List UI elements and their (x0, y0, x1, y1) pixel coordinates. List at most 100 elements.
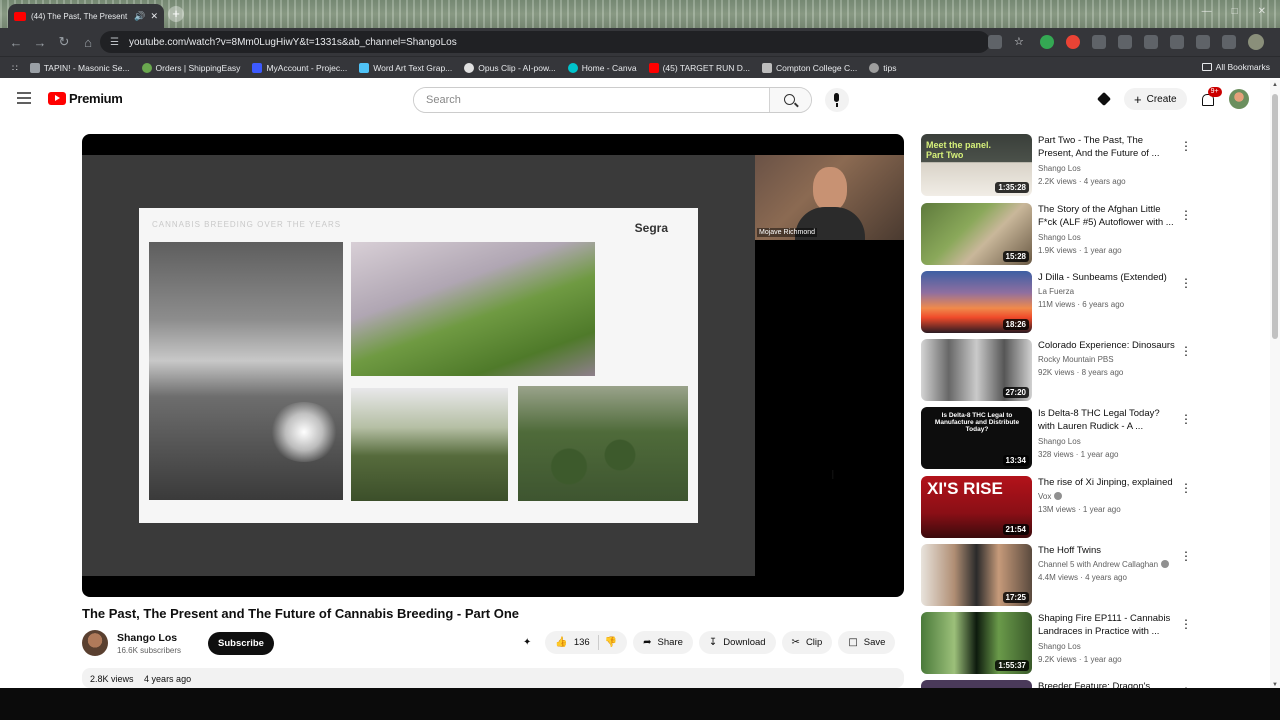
recommendation-channel[interactable]: Channel 5 with Andrew Callaghan (1038, 560, 1170, 569)
close-tab-icon[interactable]: ✕ (150, 11, 158, 22)
more-options-icon[interactable] (1180, 410, 1186, 422)
all-bookmarks-button[interactable]: All Bookmarks (1201, 62, 1270, 72)
video-thumbnail[interactable]: 18:26 (921, 271, 1032, 333)
video-thumbnail[interactable]: 1:55:37 (921, 612, 1032, 674)
profile-avatar[interactable] (1248, 34, 1264, 50)
recommendation-title[interactable]: The Story of the Afghan Little F*ck (ALF… (1038, 203, 1178, 229)
bookmark-item[interactable]: MyAccount - Projec... (252, 62, 347, 73)
forward-icon[interactable]: → (28, 35, 52, 50)
channel-avatar[interactable] (82, 630, 108, 656)
more-options-icon[interactable] (1180, 274, 1186, 286)
recommendation-title[interactable]: Breeder Feature: Dragon's ... (1038, 680, 1178, 688)
recommendation-channel[interactable]: Shango Los (1038, 437, 1081, 446)
search-input[interactable] (414, 88, 769, 112)
youtube-logo[interactable]: Premium (48, 91, 123, 106)
back-icon[interactable]: ← (4, 35, 28, 50)
reload-icon[interactable]: ↻ (52, 34, 76, 50)
video-thumbnail[interactable]: XI'S RISE 21:54 (921, 476, 1032, 538)
thumbs-down-icon[interactable]: 👎 (605, 637, 617, 648)
description-box[interactable]: 2.8K views 4 years ago (82, 668, 904, 688)
new-tab-button[interactable]: + (168, 6, 184, 22)
site-info-icon[interactable]: ☰ (110, 37, 119, 48)
more-options-icon[interactable] (1180, 479, 1186, 491)
menu-dots-icon[interactable]: ⋮ (1276, 35, 1280, 49)
create-button[interactable]: + Create (1124, 88, 1187, 110)
recommendation-item[interactable]: Breeder Feature: Dragon's ... (921, 680, 1196, 688)
ai-sparkle-icon[interactable] (1096, 91, 1112, 107)
recommendation-item[interactable]: 27:20 Colorado Experience: Dinosaurs Roc… (921, 339, 1196, 402)
hamburger-menu-icon[interactable] (17, 92, 31, 104)
address-bar[interactable]: ☰ youtube.com/watch?v=8Mm0LugHiwY&t=1331… (100, 31, 990, 53)
recommendation-title[interactable]: Shaping Fire EP111 - Cannabis Landraces … (1038, 612, 1178, 638)
maximize-icon[interactable]: □ (1232, 6, 1238, 17)
recommendation-item[interactable]: Meet the panel. Part Two 1:35:28 Part Tw… (921, 134, 1196, 197)
recommendation-channel[interactable]: Shango Los (1038, 164, 1081, 173)
recommendation-item[interactable]: 1:55:37 Shaping Fire EP111 - Cannabis La… (921, 612, 1196, 675)
bookmark-item[interactable]: TAPIN! - Masonic Se... (29, 62, 130, 73)
video-player[interactable]: CANNABIS BREEDING OVER THE YEARS Segra M… (82, 134, 904, 597)
more-options-icon[interactable] (1180, 342, 1186, 354)
recommendation-channel[interactable]: Rocky Mountain PBS (1038, 355, 1114, 364)
reading-list-icon[interactable] (1170, 35, 1184, 49)
close-window-icon[interactable]: ✕ (1258, 6, 1266, 17)
download-button[interactable]: ↧ Download (698, 631, 776, 654)
bookmark-star-icon[interactable]: ☆ (1014, 35, 1028, 49)
subscribe-button[interactable]: Subscribe (208, 631, 274, 655)
recommendation-channel[interactable]: Vox (1038, 492, 1063, 501)
bookmark-item[interactable]: (45) TARGET RUN D... (648, 62, 750, 73)
cast-icon[interactable] (988, 35, 1002, 49)
home-icon[interactable]: ⌂ (76, 35, 100, 50)
bookmark-item[interactable]: Opus Clip - AI-pow... (464, 62, 556, 73)
tab-search-icon[interactable] (1222, 35, 1236, 49)
recommendation-item[interactable]: XI'S RISE 21:54 The rise of Xi Jinping, … (921, 476, 1196, 539)
recommendation-channel[interactable]: Shango Los (1038, 642, 1081, 651)
recommendation-title[interactable]: The rise of Xi Jinping, explained (1038, 476, 1178, 489)
recommendation-item[interactable]: 15:28 The Story of the Afghan Little F*c… (921, 203, 1196, 266)
extension-red-icon[interactable] (1066, 35, 1080, 49)
minimize-icon[interactable]: — (1202, 6, 1212, 17)
clip-button[interactable]: ✂ Clip (781, 631, 833, 654)
extension-green-icon[interactable] (1040, 35, 1054, 49)
recommendation-item[interactable]: 17:25 The Hoff Twins Channel 5 with Andr… (921, 544, 1196, 607)
search-button[interactable] (769, 88, 811, 112)
download-icon[interactable] (1196, 35, 1210, 49)
speaker-icon[interactable]: 🔊 (134, 11, 145, 22)
like-button[interactable]: 👍 136 (555, 635, 599, 650)
scroll-up-icon[interactable]: ▲ (1272, 82, 1278, 88)
more-options-icon[interactable] (1180, 137, 1186, 149)
video-thumbnail[interactable]: Is Delta-8 THC Legal to Manufacture and … (921, 407, 1032, 469)
sidepanel-icon[interactable] (1144, 35, 1158, 49)
voice-search-icon[interactable] (825, 88, 849, 112)
apps-grid-icon[interactable]: ∷ (12, 63, 18, 73)
scrollbar-thumb[interactable] (1272, 94, 1278, 339)
video-thumbnail[interactable] (921, 680, 1032, 688)
recommendation-item[interactable]: Is Delta-8 THC Legal to Manufacture and … (921, 407, 1196, 470)
recommendation-title[interactable]: Is Delta-8 THC Legal Today? with Lauren … (1038, 407, 1178, 433)
video-thumbnail[interactable]: Meet the panel. Part Two 1:35:28 (921, 134, 1032, 196)
bookmark-item[interactable]: Orders | ShippingEasy (141, 62, 240, 73)
more-options-icon[interactable] (1180, 206, 1186, 218)
browser-tab-active[interactable]: (44) The Past, The Present a 🔊 ✕ (8, 4, 164, 28)
bookmark-item[interactable]: Compton College C... (761, 62, 857, 73)
video-thumbnail[interactable]: 17:25 (921, 544, 1032, 606)
recommendation-title[interactable]: The Hoff Twins (1038, 544, 1178, 557)
video-thumbnail[interactable]: 15:28 (921, 203, 1032, 265)
recommendation-title[interactable]: Part Two - The Past, The Present, And th… (1038, 134, 1178, 160)
channel-name[interactable]: Shango Los (117, 632, 181, 644)
bookmark-item[interactable]: tips (869, 62, 896, 73)
more-options-icon[interactable] (1180, 615, 1186, 627)
recommendation-title[interactable]: Colorado Experience: Dinosaurs (1038, 339, 1178, 352)
save-button[interactable]: □ Save (838, 631, 896, 654)
share-button[interactable]: ➦ Share (633, 631, 693, 654)
recommendation-title[interactable]: J Dilla - Sunbeams (Extended) (1038, 271, 1178, 284)
more-options-icon[interactable] (1180, 547, 1186, 559)
extension-icon[interactable] (1092, 35, 1106, 49)
recommendation-channel[interactable]: Shango Los (1038, 233, 1081, 242)
recommendation-channel[interactable]: La Fuerza (1038, 287, 1074, 296)
video-thumbnail[interactable]: 27:20 (921, 339, 1032, 401)
ai-sparkle-icon[interactable]: ✦ (523, 637, 531, 648)
notifications-bell-icon[interactable]: 9+ (1199, 87, 1222, 108)
recommendation-item[interactable]: 18:26 J Dilla - Sunbeams (Extended) La F… (921, 271, 1196, 334)
bookmark-item[interactable]: Word Art Text Grap... (359, 62, 452, 73)
page-scrollbar[interactable]: ▲ ▼ (1270, 80, 1280, 688)
